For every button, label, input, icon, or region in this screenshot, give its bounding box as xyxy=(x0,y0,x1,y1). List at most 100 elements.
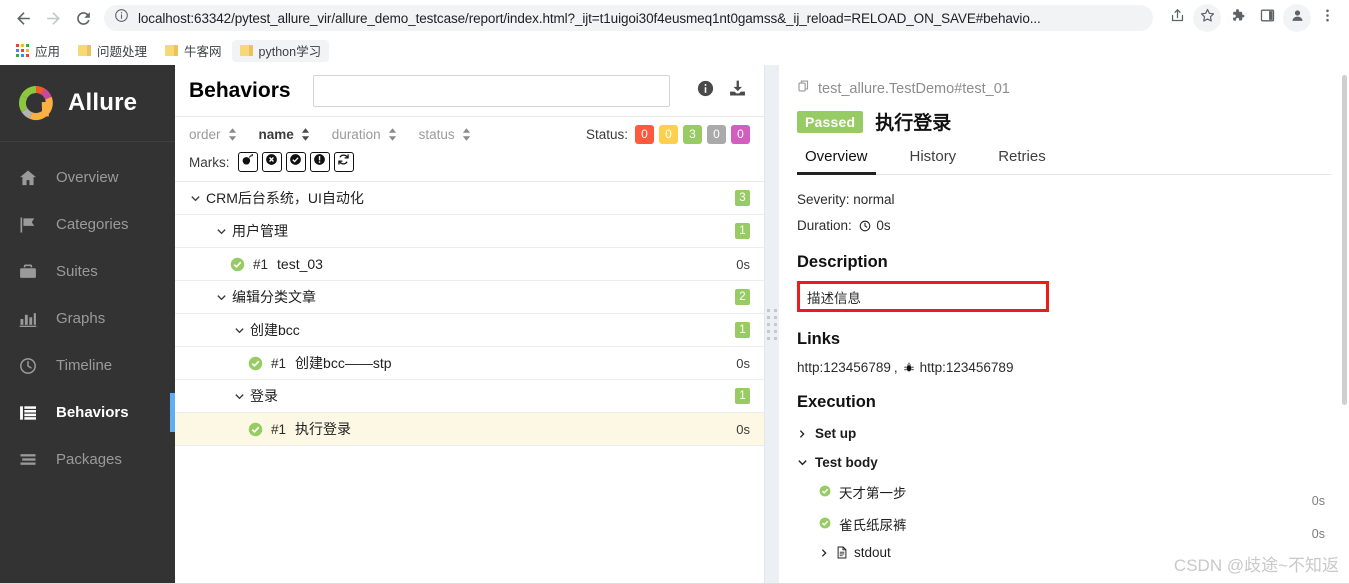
bookmark-item-3[interactable]: python学习 xyxy=(231,39,330,62)
sorter-label: name xyxy=(258,126,294,142)
forward-arrow-icon xyxy=(44,9,63,28)
marks-row: Marks: xyxy=(189,150,750,174)
status-chip-passed[interactable]: 3 xyxy=(683,124,702,144)
share-button[interactable] xyxy=(1163,4,1191,32)
bookmark-item-1[interactable]: 问题处理 xyxy=(70,40,155,62)
behaviors-header: Behaviors xyxy=(175,65,764,116)
link-item[interactable]: http:123456789 xyxy=(797,360,891,375)
tab-retries[interactable]: Retries xyxy=(990,148,1054,174)
briefcase-icon xyxy=(18,262,44,282)
sort-updown-icon xyxy=(462,127,471,141)
back-button[interactable] xyxy=(8,3,38,33)
copy-link-icon[interactable] xyxy=(797,79,811,98)
brand-header[interactable]: Allure xyxy=(0,65,175,141)
chevron-down-icon[interactable] xyxy=(215,292,227,303)
tree-row-node[interactable]: 编辑分类文章 2 xyxy=(175,281,764,314)
apps-grid-icon xyxy=(16,44,29,57)
address-bar[interactable]: localhost:63342/pytest_allure_vir/allure… xyxy=(104,5,1153,31)
chevron-down-icon[interactable] xyxy=(233,325,245,336)
sidebar-item-categories[interactable]: Categories xyxy=(0,201,175,248)
passed-count-badge: 3 xyxy=(735,190,750,206)
info-icon xyxy=(696,79,715,103)
tree-row-node[interactable]: CRM后台系统，UI自动化 3 xyxy=(175,182,764,215)
mark-retries-button[interactable] xyxy=(333,152,354,172)
download-button[interactable] xyxy=(724,78,750,104)
status-chip-failed[interactable]: 0 xyxy=(635,124,654,144)
behaviors-panel: Behaviors order name duration status Sta… xyxy=(175,65,765,584)
tree-row-node[interactable]: 用户管理 1 xyxy=(175,215,764,248)
tab-overview[interactable]: Overview xyxy=(797,148,876,175)
sorter-label: status xyxy=(418,126,455,142)
mark-flaky-button[interactable] xyxy=(237,152,258,172)
execution-group-setup[interactable]: Set up xyxy=(797,426,1331,441)
breadcrumb[interactable]: test_allure.TestDemo#test_01 xyxy=(797,65,1331,98)
sort-updown-icon xyxy=(388,127,397,141)
reload-button[interactable] xyxy=(68,3,98,33)
forward-button[interactable] xyxy=(38,3,68,33)
severity-text: Severity: normal xyxy=(797,192,895,207)
folder-icon xyxy=(239,45,253,56)
duration-value: 0s xyxy=(876,218,891,233)
tab-history[interactable]: History xyxy=(902,148,965,174)
tree-row-leaf-selected[interactable]: #1 执行登录 0s xyxy=(175,413,764,446)
chevron-down-icon[interactable] xyxy=(233,391,245,402)
attachment-stdout[interactable]: stdout xyxy=(797,545,1331,560)
bookmark-item-2[interactable]: 牛客网 xyxy=(157,40,230,62)
sidebar-item-behaviors[interactable]: Behaviors xyxy=(0,389,175,436)
muted-check-icon xyxy=(289,153,302,171)
links-separator: , xyxy=(893,360,898,375)
sidebar-item-timeline[interactable]: Timeline xyxy=(0,342,175,389)
mark-muted-button[interactable] xyxy=(285,152,306,172)
site-info-icon[interactable] xyxy=(114,8,129,28)
sorter-status[interactable]: status xyxy=(419,127,471,142)
mark-known-issue-button[interactable] xyxy=(261,152,282,172)
info-button[interactable] xyxy=(692,78,718,104)
tree-row-leaf[interactable]: #1 test_03 0s xyxy=(175,248,764,281)
new-failure-icon xyxy=(313,153,326,171)
browser-toolbar: localhost:63342/pytest_allure_vir/allure… xyxy=(0,0,1349,36)
tree-row-node[interactable]: 登录 1 xyxy=(175,380,764,413)
bookmark-button[interactable] xyxy=(1193,4,1221,32)
test-index: #1 xyxy=(271,355,287,371)
tree-row-leaf[interactable]: #1 创建bcc——stp 0s xyxy=(175,347,764,380)
tree-row-node[interactable]: 创建bcc 1 xyxy=(175,314,764,347)
side-panel-button[interactable] xyxy=(1253,4,1281,32)
sidebar-item-overview[interactable]: Overview xyxy=(0,154,175,201)
tree-row-right: 0s xyxy=(736,257,750,272)
status-chip-unknown[interactable]: 0 xyxy=(731,124,750,144)
sidebar-item-suites[interactable]: Suites xyxy=(0,248,175,295)
test-detail-panel: test_allure.TestDemo#test_01 Passed 执行登录… xyxy=(779,65,1349,584)
test-index: #1 xyxy=(253,256,269,272)
sort-updown-icon xyxy=(301,127,310,141)
search-input[interactable] xyxy=(313,75,669,106)
chevron-right-icon xyxy=(819,548,831,558)
sidebar-item-packages[interactable]: Packages xyxy=(0,436,175,483)
address-bar-text[interactable]: localhost:63342/pytest_allure_vir/allure… xyxy=(138,11,1041,26)
execution-step[interactable]: 雀氏纸尿裤 0s xyxy=(797,514,1331,541)
status-chip-skipped[interactable]: 0 xyxy=(707,124,726,144)
sorter-order[interactable]: order xyxy=(189,127,237,142)
browser-menu-button[interactable] xyxy=(1313,4,1341,32)
status-chip-broken[interactable]: 0 xyxy=(659,124,678,144)
link-item[interactable]: http:123456789 xyxy=(920,360,1014,375)
search-box[interactable] xyxy=(312,74,670,107)
grip-dots-icon xyxy=(767,309,777,340)
panel-resize-handle[interactable] xyxy=(765,65,779,584)
extensions-button[interactable] xyxy=(1223,4,1251,32)
bookmark-apps[interactable]: 应用 xyxy=(8,40,68,62)
three-dot-menu-icon xyxy=(1319,7,1336,29)
tree-row-right: 2 xyxy=(735,289,750,305)
chevron-down-icon[interactable] xyxy=(215,226,227,237)
execution-group-testbody[interactable]: Test body xyxy=(797,455,1331,470)
sorter-label: order xyxy=(189,126,221,142)
profile-button[interactable] xyxy=(1283,4,1311,32)
behaviors-filters: order name duration status Status: 0 0 3… xyxy=(175,116,764,182)
sorter-duration[interactable]: duration xyxy=(332,127,397,142)
chevron-down-icon[interactable] xyxy=(189,193,201,204)
execution-step[interactable]: 天才第一步 0s xyxy=(797,482,1331,508)
sorter-name[interactable]: name xyxy=(259,127,310,142)
detail-scrollbar[interactable] xyxy=(1342,75,1347,405)
mark-new-failure-button[interactable] xyxy=(309,152,330,172)
star-icon xyxy=(1199,7,1216,29)
sidebar-item-graphs[interactable]: Graphs xyxy=(0,295,175,342)
